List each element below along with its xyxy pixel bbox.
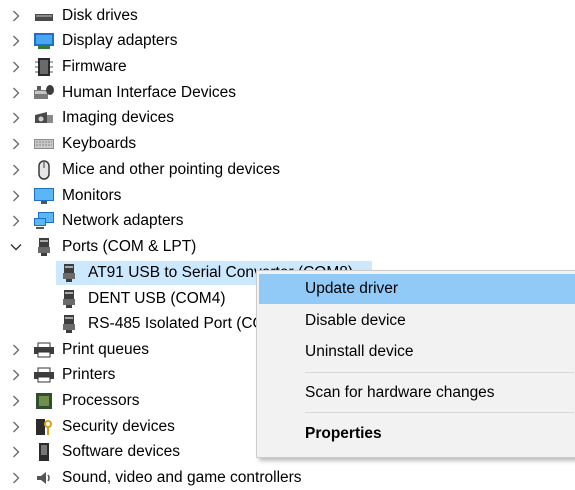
tree-node-label: Processors	[62, 392, 140, 409]
context-menu: Update driver Disable device Uninstall d…	[256, 270, 575, 458]
chevron-right-icon[interactable]	[10, 395, 22, 407]
speaker-icon	[33, 468, 55, 488]
security-device-icon	[33, 417, 55, 437]
port-icon	[58, 263, 80, 283]
tree-node-sound[interactable]: Sound, video and game controllers	[0, 466, 575, 490]
chevron-right-icon[interactable]	[10, 190, 22, 202]
tree-child-label: DENT USB (COM4)	[88, 290, 226, 307]
tree-node-keyboards[interactable]: Keyboards	[0, 132, 575, 156]
display-adapter-icon	[33, 31, 55, 51]
processor-icon	[33, 391, 55, 411]
hid-icon	[33, 83, 55, 103]
tree-node-label: Software devices	[62, 443, 181, 460]
chevron-right-icon[interactable]	[10, 164, 22, 176]
tree-node-monitors[interactable]: Monitors	[0, 184, 575, 208]
tree-node-label: Firmware	[62, 58, 127, 75]
menu-item-scan-hardware[interactable]: Scan for hardware changes	[259, 378, 575, 408]
tree-node-label: Display adapters	[62, 32, 178, 49]
tree-node-human-interface-devices[interactable]: Human Interface Devices	[0, 81, 575, 105]
printer-icon	[33, 340, 55, 360]
network-adapter-icon	[33, 211, 55, 231]
chevron-down-icon[interactable]	[10, 241, 22, 253]
chevron-right-icon[interactable]	[10, 344, 22, 356]
chevron-right-icon[interactable]	[10, 61, 22, 73]
tree-node-label: Printers	[62, 366, 116, 383]
port-icon	[58, 314, 80, 334]
chevron-right-icon[interactable]	[10, 35, 22, 47]
chevron-right-icon[interactable]	[10, 87, 22, 99]
tree-node-imaging-devices[interactable]: Imaging devices	[0, 106, 575, 130]
tree-node-label: Human Interface Devices	[62, 84, 237, 101]
tree-node-network-adapters[interactable]: Network adapters	[0, 209, 575, 233]
tree-node-display-adapters[interactable]: Display adapters	[0, 29, 575, 53]
tree-node-ports[interactable]: Ports (COM & LPT)	[0, 235, 575, 259]
chevron-right-icon[interactable]	[10, 446, 22, 458]
menu-item-properties[interactable]: Properties	[259, 419, 575, 449]
disk-drive-icon	[33, 6, 55, 26]
tree-node-label: Ports (COM & LPT)	[62, 238, 197, 255]
mouse-icon	[33, 160, 55, 180]
chevron-right-icon[interactable]	[10, 10, 22, 22]
menu-separator	[305, 412, 574, 413]
chevron-right-icon[interactable]	[10, 138, 22, 150]
menu-item-uninstall-device[interactable]: Uninstall device	[259, 337, 575, 367]
menu-separator	[305, 372, 574, 373]
chevron-right-icon[interactable]	[10, 112, 22, 124]
tree-node-label: Sound, video and game controllers	[62, 469, 302, 486]
tree-node-label: Keyboards	[62, 135, 137, 152]
tree-node-label: Print queues	[62, 341, 150, 358]
tree-node-disk-drives[interactable]: Disk drives	[0, 4, 575, 28]
chevron-right-icon[interactable]	[10, 472, 22, 484]
tree-node-label: Monitors	[62, 187, 122, 204]
menu-item-update-driver[interactable]: Update driver	[259, 274, 575, 304]
chevron-right-icon[interactable]	[10, 369, 22, 381]
camera-icon	[33, 108, 55, 128]
tree-node-mice[interactable]: Mice and other pointing devices	[0, 158, 575, 182]
tree-node-label: Disk drives	[62, 7, 138, 24]
chevron-right-icon[interactable]	[10, 421, 22, 433]
tree-node-label: Security devices	[62, 418, 175, 435]
menu-item-disable-device[interactable]: Disable device	[259, 306, 575, 336]
firmware-icon	[33, 57, 55, 77]
tree-node-firmware[interactable]: Firmware	[0, 55, 575, 79]
port-icon	[58, 289, 80, 309]
port-icon	[33, 237, 55, 257]
keyboard-icon	[33, 134, 55, 154]
tree-node-label: Mice and other pointing devices	[62, 161, 280, 178]
software-device-icon	[33, 442, 55, 462]
tree-node-label: Imaging devices	[62, 109, 175, 126]
tree-node-label: Network adapters	[62, 212, 184, 229]
chevron-right-icon[interactable]	[10, 215, 22, 227]
printer-icon	[33, 365, 55, 385]
monitor-icon	[33, 186, 55, 206]
